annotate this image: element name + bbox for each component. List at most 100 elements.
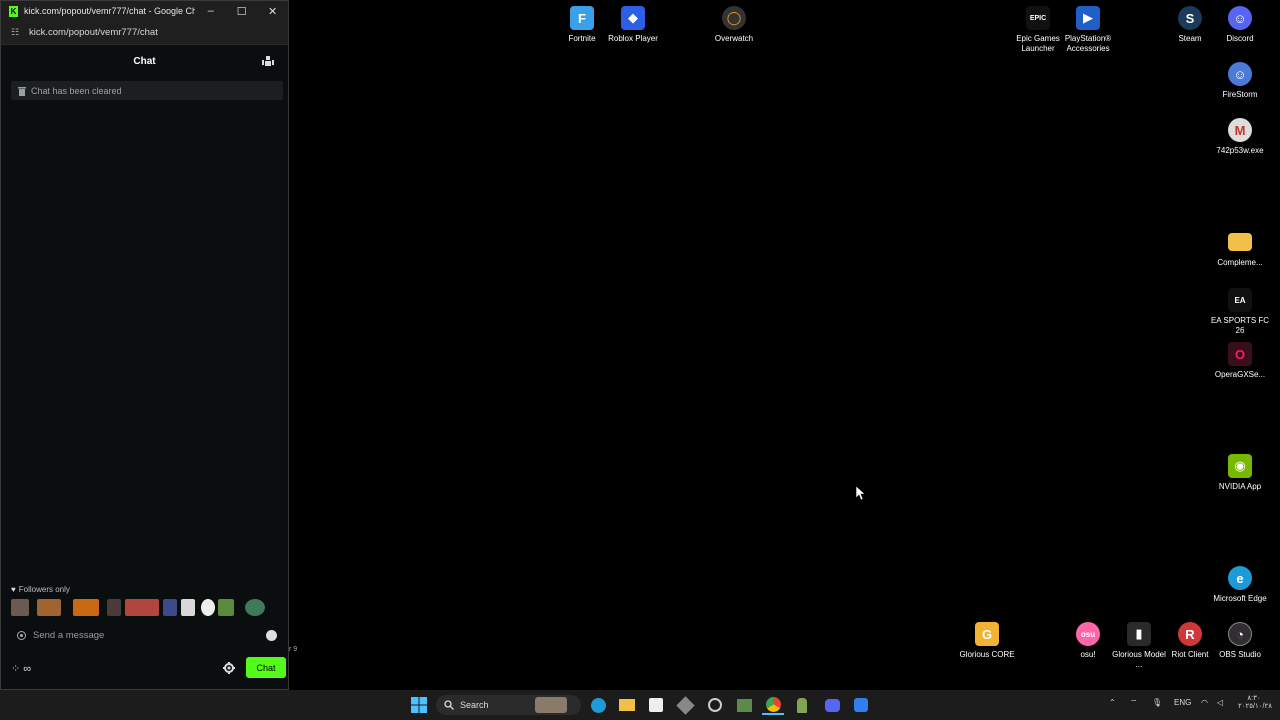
desktop-icon-discord[interactable]: ☺ Discord — [1209, 2, 1271, 44]
taskbar-app-10[interactable] — [850, 695, 872, 715]
window-titlebar[interactable]: K kick.com/popout/vemr777/chat - Google … — [1, 1, 288, 21]
fortnite-icon: F — [570, 6, 594, 30]
taskbar-app-8[interactable] — [791, 695, 813, 715]
desktop-icon-ea-sports[interactable]: EA EA SPORTS FC 26 — [1209, 284, 1271, 336]
chat-cleared-notice: Chat has been cleared — [11, 81, 283, 100]
kick-logo-icon: K — [9, 5, 18, 17]
site-settings-icon[interactable]: ☷ — [11, 27, 29, 38]
glorious-core-icon: G — [975, 622, 999, 646]
emote-10[interactable] — [245, 599, 265, 616]
folder-taskbar-icon — [619, 699, 635, 711]
circle-taskbar-icon — [708, 698, 722, 712]
windows-icon — [411, 697, 427, 713]
mouse-cursor-icon — [856, 486, 865, 500]
desktop-icon-opera-gx[interactable]: O OperaGXSe... — [1209, 338, 1271, 380]
store-taskbar-icon — [649, 698, 663, 712]
taskbar-chrome[interactable] — [762, 695, 784, 715]
wifi-icon[interactable]: ◠ — [1201, 698, 1208, 707]
ea-sports-icon: EA — [1228, 288, 1252, 312]
desktop-icon-roblox[interactable]: ◆ Roblox Player — [602, 2, 664, 44]
obs-icon: ◔ — [1228, 622, 1252, 646]
edge-taskbar-icon — [590, 697, 606, 713]
record-icon[interactable] — [17, 631, 26, 640]
discord-icon: ☺ — [1228, 6, 1252, 30]
microphone-icon[interactable]: 🎙 — [1152, 698, 1162, 707]
window-title: kick.com/popout/vemr777/chat - Google Ch… — [23, 6, 196, 16]
gear-icon[interactable] — [223, 662, 235, 674]
chrome-taskbar-icon — [765, 696, 781, 712]
trash-icon — [18, 86, 26, 96]
opera-gx-icon: O — [1228, 342, 1252, 366]
taskbar-discord[interactable] — [821, 695, 843, 715]
desktop-icon-edge[interactable]: e Microsoft Edge — [1209, 562, 1271, 604]
taskbar-file-explorer[interactable] — [616, 695, 638, 715]
users-icon[interactable] — [262, 55, 274, 67]
network-icon[interactable]: ⌔ — [1130, 698, 1138, 708]
search-highlight-image — [535, 697, 567, 713]
followers-only-indicator: ♥ Followers only — [11, 585, 70, 594]
clock-date: ٢٠٢٥/١٠/٢٨ — [1238, 703, 1272, 710]
emote-1[interactable] — [11, 599, 29, 616]
stray-text: r 9 — [289, 646, 298, 653]
volume-icon[interactable]: ◁ — [1217, 698, 1223, 707]
taskbar-edge[interactable] — [587, 695, 609, 715]
send-chat-button[interactable]: Chat — [246, 657, 286, 678]
emote-9[interactable] — [218, 599, 234, 616]
language-indicator[interactable]: ENG — [1174, 698, 1191, 707]
taskbar: Search ⌃ ⌔ 🎙 ENG ◠ ◁ ٨:٣٠ ٢٠٢٥/١٠/٢٨ — [0, 690, 1280, 720]
message-input[interactable] — [33, 630, 266, 641]
maximize-button[interactable]: ☐ — [226, 1, 257, 21]
chat-cleared-text: Chat has been cleared — [31, 85, 122, 96]
nvidia-icon: ◉ — [1228, 454, 1252, 478]
followers-only-text: Followers only — [18, 585, 70, 594]
emote-2[interactable] — [37, 599, 61, 616]
taskbar-store[interactable] — [645, 695, 667, 715]
riot-icon: R — [1178, 622, 1202, 646]
emote-6[interactable] — [163, 599, 177, 616]
minimize-button[interactable]: – — [195, 1, 226, 21]
points-icon: ⁘ — [11, 662, 21, 675]
osu-icon: osu — [1076, 622, 1100, 646]
taskbar-app-5[interactable] — [704, 695, 726, 715]
channel-points[interactable]: ⁘ ∞ — [11, 662, 41, 675]
discord-taskbar-icon — [824, 698, 840, 712]
heart-icon: ♥ — [11, 585, 16, 594]
clock[interactable]: ٨:٣٠ ٢٠٢٥/١٠/٢٨ — [1238, 694, 1272, 710]
firestorm-icon: ☺ — [1228, 62, 1252, 86]
image-taskbar-icon — [736, 698, 752, 712]
chess-taskbar-icon — [797, 697, 807, 713]
desktop-icon-compleme[interactable]: Compleme... — [1209, 226, 1271, 268]
app-taskbar-icon — [854, 698, 868, 712]
address-bar[interactable]: ☷ kick.com/popout/vemr777/chat — [1, 21, 288, 45]
taskbar-search[interactable]: Search — [436, 695, 581, 715]
roblox-icon: ◆ — [621, 6, 645, 30]
epic-games-icon: EPIC — [1026, 6, 1050, 30]
taskbar-app-4[interactable] — [674, 695, 696, 715]
points-value: ∞ — [23, 662, 32, 675]
url-text[interactable]: kick.com/popout/vemr777/chat — [29, 27, 158, 38]
taskbar-app-6[interactable] — [733, 695, 755, 715]
start-button[interactable] — [408, 695, 430, 715]
desktop-icon-glorious-core[interactable]: G Glorious CORE — [956, 618, 1018, 660]
playstation-icon: ▶ — [1076, 6, 1100, 30]
desktop-icon-playstation[interactable]: ▶ PlayStation® Accessories — [1057, 2, 1119, 54]
chat-popup-window: K kick.com/popout/vemr777/chat - Google … — [0, 0, 289, 690]
tray-overflow-chevron-icon[interactable]: ⌃ — [1109, 698, 1116, 707]
hex-taskbar-icon — [675, 695, 695, 715]
desktop-icon-742p53w[interactable]: M 742p53w.exe — [1209, 114, 1271, 156]
emote-8[interactable] — [201, 599, 215, 616]
search-label: Search — [460, 700, 489, 710]
emote-3[interactable] — [73, 599, 99, 616]
emoji-icon[interactable] — [266, 630, 277, 641]
emote-5[interactable] — [125, 599, 159, 616]
desktop-icon-firestorm[interactable]: ☺ FireStorm — [1209, 58, 1271, 100]
search-icon — [444, 700, 454, 710]
close-button[interactable]: ✕ — [257, 1, 288, 21]
desktop-icon-nvidia[interactable]: ◉ NVIDIA App — [1209, 450, 1271, 492]
desktop-icon-obs[interactable]: ◔ OBS Studio — [1209, 618, 1271, 660]
desktop-icon-overwatch[interactable]: ◯ Overwatch — [703, 2, 765, 44]
chat-title: Chat — [133, 55, 156, 67]
edge-icon: e — [1228, 566, 1252, 590]
emote-7[interactable] — [181, 599, 195, 616]
emote-4[interactable] — [107, 599, 121, 616]
